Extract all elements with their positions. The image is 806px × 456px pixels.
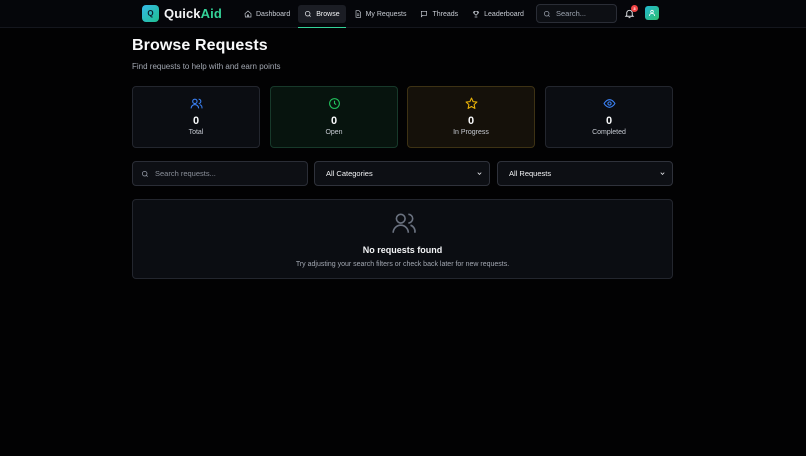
search-icon (543, 10, 550, 17)
clock-icon (329, 98, 340, 109)
empty-state-title: No requests found (362, 245, 443, 255)
page-subtitle: Find requests to help with and earn poin… (132, 62, 281, 71)
nav-dashboard-label: Dashboard (256, 10, 291, 18)
stat-card-in-progress: 0 In Progress (407, 86, 535, 148)
stat-card-open: 0 Open (270, 86, 398, 148)
nav-my-requests[interactable]: My Requests (348, 5, 413, 23)
empty-state: No requests found Try adjusting your sea… (132, 199, 673, 279)
notification-badge: 3 (631, 5, 638, 12)
home-icon (244, 10, 252, 18)
search-icon (141, 170, 148, 177)
star-icon (465, 97, 478, 109)
category-select[interactable]: All Categories (314, 161, 490, 186)
stat-label: Total (188, 129, 204, 136)
logo-mark: Q (142, 5, 159, 22)
stat-label: In Progress (453, 129, 489, 136)
nav-threads-label: Threads (432, 10, 459, 18)
app-name-part1: Quick (164, 6, 201, 21)
nav-dashboard[interactable]: Dashboard (238, 5, 296, 23)
chevron-down-icon (660, 172, 665, 175)
nav-browse-label: Browse (316, 10, 340, 18)
users-icon (190, 98, 203, 109)
page-title: Browse Requests (132, 37, 268, 54)
chevron-down-icon (477, 172, 482, 175)
app-name: QuickAid (164, 6, 222, 21)
nav-leaderboard-label: Leaderboard (484, 10, 524, 18)
stat-label: Completed (592, 129, 626, 136)
nav-threads[interactable]: Threads (414, 5, 464, 23)
stat-value: 0 (192, 115, 200, 127)
header-search-input[interactable] (556, 9, 611, 18)
stat-value: 0 (467, 115, 475, 127)
users-icon (392, 213, 416, 233)
header-search[interactable] (536, 4, 617, 23)
stat-card-total: 0 Total (132, 86, 260, 148)
trophy-icon (473, 11, 480, 18)
chat-icon (421, 11, 428, 18)
status-select[interactable]: All Requests (497, 161, 673, 186)
avatar[interactable] (645, 6, 659, 20)
status-select-value: All Requests (509, 169, 552, 178)
stat-value: 0 (605, 115, 613, 127)
nav-my-requests-label: My Requests (365, 10, 407, 18)
nav-browse[interactable]: Browse (298, 5, 346, 28)
document-icon (355, 10, 361, 18)
app-name-part2: Aid (200, 6, 222, 21)
request-search-input[interactable] (155, 169, 305, 178)
user-icon (648, 9, 656, 17)
stat-label: Open (325, 129, 343, 136)
empty-state-description: Try adjusting your search filters or che… (295, 261, 510, 268)
eye-icon (603, 99, 616, 108)
nav-leaderboard[interactable]: Leaderboard (466, 5, 530, 23)
stat-card-completed: 0 Completed (545, 86, 673, 148)
app-logo[interactable]: Q QuickAid (142, 5, 222, 22)
request-search[interactable] (132, 161, 308, 186)
category-select-value: All Categories (326, 169, 373, 178)
top-navbar: Q QuickAid Dashboard Browse My Requests … (0, 0, 806, 28)
main-nav: Dashboard Browse My Requests Threads Lea… (238, 5, 530, 28)
stat-value: 0 (330, 115, 338, 127)
search-icon (305, 10, 312, 17)
logo-letter: Q (147, 9, 154, 18)
